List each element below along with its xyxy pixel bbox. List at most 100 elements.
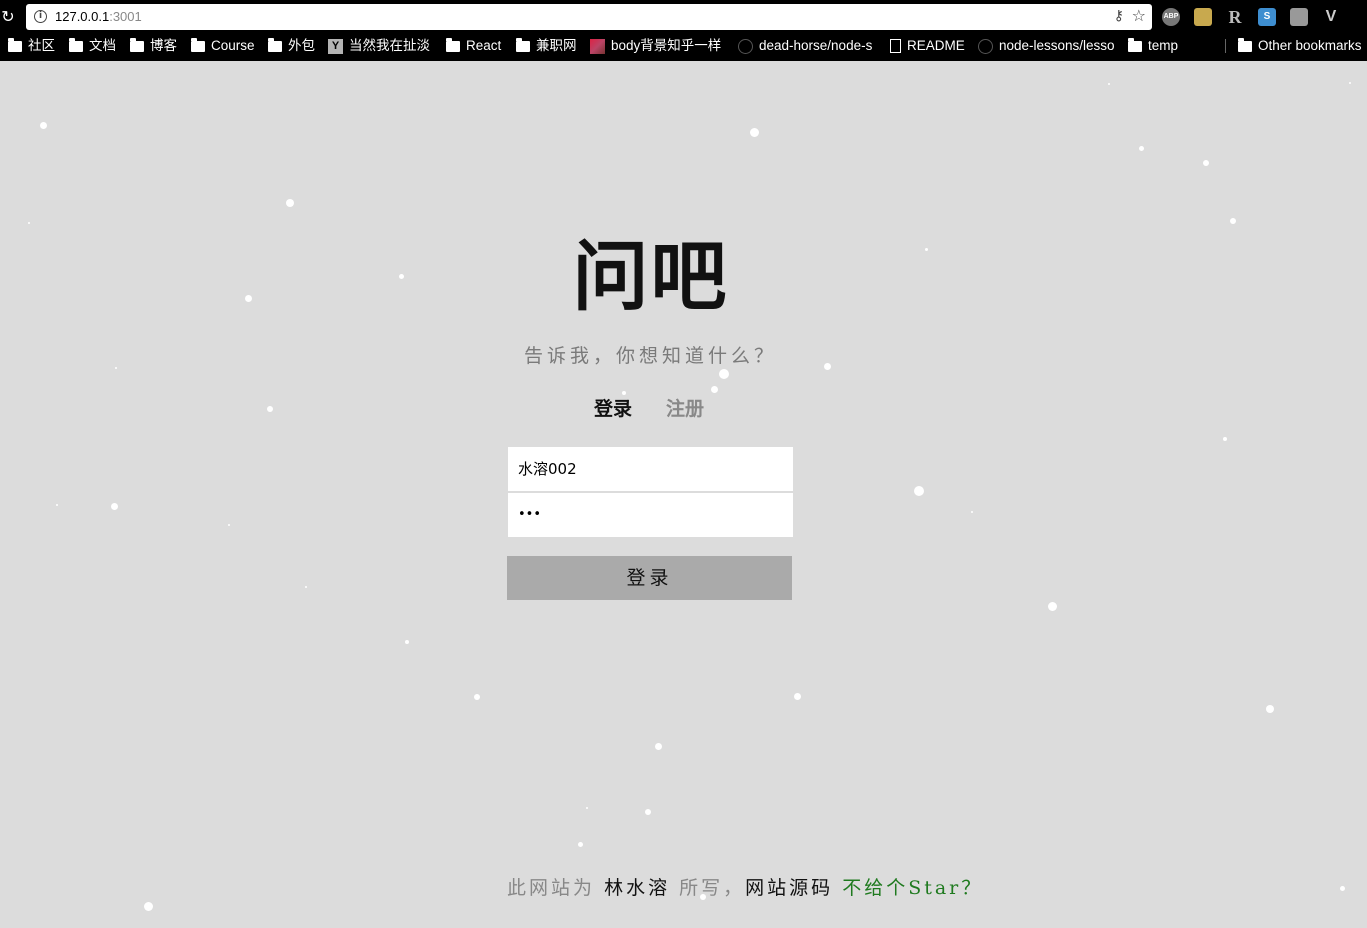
- bookmark-item[interactable]: Course: [191, 36, 261, 56]
- page-title: 问吧: [572, 232, 729, 321]
- snowflake: [1230, 218, 1236, 224]
- bookmark-item[interactable]: README: [890, 36, 970, 56]
- snowflake: [1266, 705, 1274, 713]
- snowflake: [749, 127, 759, 137]
- folder-icon: [446, 38, 460, 52]
- snowflake: [654, 742, 662, 750]
- bookmark-label: 社区: [28, 38, 55, 53]
- bookmark-item[interactable]: 兼职网: [516, 36, 582, 56]
- snowflake: [645, 809, 651, 815]
- snowflake: [793, 692, 801, 700]
- footer: 此网站为 林水溶 所写，网站源码 不给个Star？: [507, 875, 983, 901]
- footer-prefix: 此网站为: [507, 877, 596, 899]
- bookmark-label: React: [466, 38, 502, 53]
- snowflake: [1223, 437, 1227, 441]
- snowflake: [1203, 160, 1209, 166]
- bookmark-item[interactable]: body背景知乎一样: [590, 36, 730, 56]
- page-subtitle: 告诉我，你想知道什么？: [523, 345, 777, 367]
- image-extension-icon[interactable]: [1194, 8, 1212, 26]
- folder-icon: [268, 38, 282, 52]
- snowflake: [1047, 601, 1057, 611]
- bookmark-item[interactable]: 博客: [130, 36, 184, 56]
- snowflake: [1349, 82, 1351, 84]
- bookmark-item[interactable]: Other bookmarks: [1238, 36, 1367, 56]
- folder-icon: [191, 38, 205, 52]
- table-extension-icon[interactable]: [1290, 8, 1308, 26]
- address-bar[interactable]: i 127.0.0.1:3001 ⚷ ☆: [26, 4, 1152, 30]
- bookmark-label: 外包: [288, 38, 315, 53]
- github-icon: [978, 38, 993, 54]
- folder-icon: [1238, 38, 1252, 52]
- bookmark-item[interactable]: node-lessons/lesso: [978, 36, 1116, 56]
- url-port: :3001: [109, 9, 142, 24]
- snowflake: [305, 586, 307, 588]
- snowflake: [1339, 885, 1345, 891]
- login-button[interactable]: 登录: [507, 556, 792, 600]
- snowflake: [267, 406, 273, 412]
- address-url[interactable]: 127.0.0.1:3001: [55, 9, 142, 25]
- bookmark-label: dead-horse/node-s: [759, 38, 873, 53]
- bookmark-label: body背景知乎一样: [611, 38, 722, 53]
- adblock-icon[interactable]: ABP: [1162, 8, 1180, 26]
- url-host: 127.0.0.1: [55, 9, 110, 24]
- username-field[interactable]: [508, 447, 793, 491]
- bookmark-item[interactable]: temp: [1128, 36, 1188, 56]
- bookmark-item[interactable]: React: [446, 36, 508, 56]
- snowflake: [1138, 145, 1144, 151]
- bookmark-item[interactable]: 文档: [69, 36, 123, 56]
- source-code-link[interactable]: 网站源码: [745, 877, 833, 899]
- tab-login[interactable]: 登录: [594, 396, 632, 422]
- snowflake: [110, 502, 118, 510]
- bookmark-label: README: [907, 38, 965, 53]
- bookmark-item[interactable]: Y 当然我在扯淡: [328, 36, 438, 56]
- s-extension-icon[interactable]: S: [1258, 8, 1276, 26]
- snowflake: [586, 807, 588, 809]
- bookmark-label: node-lessons/lesso: [999, 38, 1115, 53]
- folder-icon: [130, 38, 144, 52]
- github-icon: [738, 38, 753, 54]
- bookmark-item[interactable]: dead-horse/node-s: [738, 36, 876, 56]
- snowflake: [719, 369, 729, 379]
- folder-icon: [516, 38, 530, 52]
- bookmark-star-icon[interactable]: ☆: [1132, 6, 1146, 25]
- snowflake: [577, 841, 583, 847]
- star-link[interactable]: 不给个Star？: [842, 877, 983, 899]
- snowflake: [286, 199, 294, 207]
- bookmarks-bar: 社区 文档 博客 Course 外包 Y 当然我在扯淡 React 兼职网 bod…: [0, 36, 1367, 56]
- browser-chrome: ↻ i 127.0.0.1:3001 ⚷ ☆ ABP R S V 社区 文档 博…: [0, 0, 1367, 61]
- password-field[interactable]: [508, 493, 793, 537]
- folder-icon: [69, 38, 83, 52]
- snowflake: [1108, 83, 1110, 85]
- bookmark-label: Other bookmarks: [1258, 38, 1362, 53]
- snowflake: [228, 524, 230, 526]
- vue-devtools-icon[interactable]: V: [1322, 8, 1340, 26]
- site-info-icon[interactable]: i: [34, 10, 47, 23]
- page-icon: [890, 39, 901, 53]
- bookmark-label: 当然我在扯淡: [349, 38, 430, 53]
- tab-register[interactable]: 注册: [666, 396, 704, 422]
- bookmark-label: 文档: [89, 38, 116, 53]
- folder-icon: [8, 38, 22, 52]
- snowflake: [474, 694, 480, 700]
- snowflake: [56, 504, 58, 506]
- snowflake: [405, 640, 409, 644]
- bookmark-label: Course: [211, 38, 255, 53]
- author-link[interactable]: 林水溶: [604, 877, 670, 899]
- reload-icon[interactable]: ↻: [0, 7, 16, 27]
- snowflake: [28, 222, 30, 224]
- snowflake: [971, 511, 973, 513]
- key-icon[interactable]: ⚷: [1114, 8, 1124, 24]
- r-extension-icon[interactable]: R: [1226, 8, 1244, 26]
- bookmark-label: temp: [1148, 38, 1179, 53]
- snowflake: [143, 901, 153, 911]
- bookmark-item[interactable]: 外包: [268, 36, 322, 56]
- bookmark-label: 博客: [150, 38, 177, 53]
- snowflake: [914, 486, 924, 496]
- footer-middle: 所写，: [679, 877, 746, 899]
- snowflake: [622, 391, 626, 395]
- bookmark-label: 兼职网: [536, 38, 577, 53]
- snowflake: [39, 121, 47, 129]
- bookmarks-divider: [1225, 39, 1226, 53]
- ycombinator-icon: Y: [328, 38, 343, 54]
- bookmark-item[interactable]: 社区: [8, 36, 60, 56]
